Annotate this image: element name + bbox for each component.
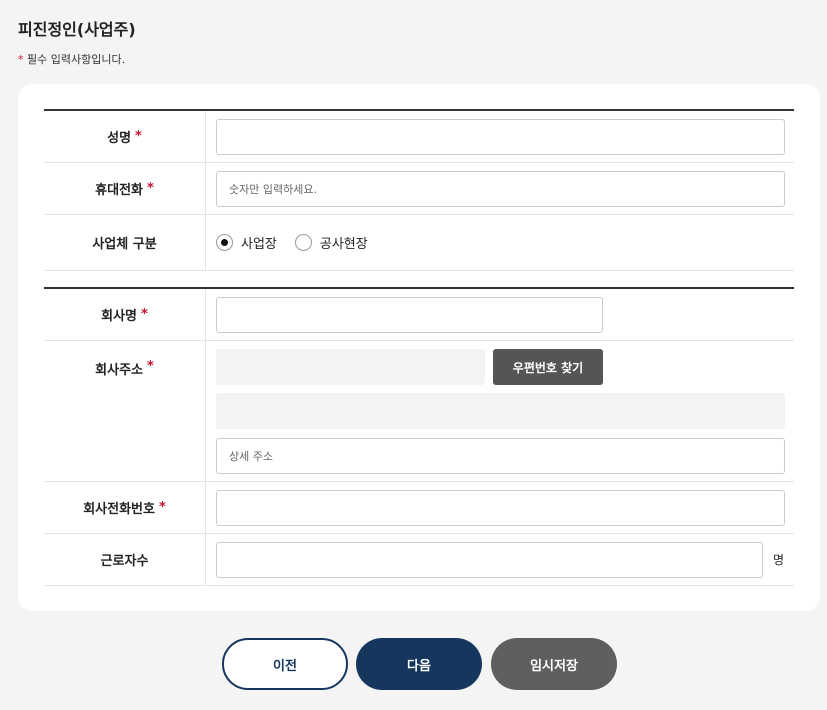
- biz-type-label: 사업체 구분: [44, 215, 206, 270]
- name-row: 성명 *: [44, 111, 794, 163]
- prev-button[interactable]: 이전: [222, 638, 348, 690]
- detail-address-input[interactable]: [216, 438, 785, 474]
- workers-unit: 명: [773, 553, 785, 567]
- temp-save-button[interactable]: 임시저장: [491, 638, 617, 690]
- workers-row: 근로자수 명: [44, 534, 794, 586]
- radio-construction-label: 공사현장: [319, 237, 368, 252]
- zipcode-input[interactable]: [216, 349, 485, 385]
- radio-workplace-label: 사업장: [241, 237, 277, 252]
- company-address-label: 회사주소 *: [44, 341, 206, 481]
- required-note-text: 필수 입력사항입니다.: [23, 53, 126, 66]
- company-name-input[interactable]: [216, 297, 603, 333]
- phone-input[interactable]: [216, 171, 785, 207]
- phone-label: 휴대전화 *: [44, 163, 206, 214]
- radio-checked-icon[interactable]: [216, 234, 233, 251]
- radio-construction-site[interactable]: 공사현장: [294, 233, 368, 252]
- phone-row: 휴대전화 *: [44, 163, 794, 215]
- company-name-label: 회사명 *: [44, 289, 206, 340]
- person-section: 성명* 휴대전화* 사업체 구분 사업장 공사현장: [44, 109, 794, 271]
- company-section: 회사명* 회사주소* 우편번호 찾기 회사전화번호* 근로자수 명: [44, 287, 794, 586]
- name-label: 성명 *: [44, 111, 206, 162]
- next-button[interactable]: 다음: [356, 638, 482, 690]
- company-phone-input[interactable]: [216, 490, 785, 526]
- address-input[interactable]: [216, 393, 785, 429]
- zipcode-search-button[interactable]: 우편번호 찾기: [493, 349, 603, 385]
- required-note: * 필수 입력사항입니다.: [18, 51, 125, 67]
- biz-type-radio-group: 사업장 공사현장: [216, 215, 368, 270]
- radio-workplace[interactable]: 사업장: [216, 233, 277, 252]
- company-address-row: 회사주소 * 우편번호 찾기: [44, 341, 794, 482]
- workers-input[interactable]: [216, 542, 763, 578]
- biz-type-row: 사업체 구분 사업장 공사현장: [44, 215, 794, 271]
- company-phone-label: 회사전화번호 *: [44, 482, 206, 533]
- name-input[interactable]: [216, 119, 785, 155]
- company-phone-row: 회사전화번호 *: [44, 482, 794, 534]
- workers-label: 근로자수: [44, 534, 206, 585]
- company-name-row: 회사명 *: [44, 289, 794, 341]
- page-title: 피진정인(사업주): [18, 20, 136, 39]
- radio-unchecked-icon[interactable]: [294, 234, 312, 251]
- form-card: 성명* 휴대전화* 사업체 구분 사업장 공사현장: [18, 84, 820, 611]
